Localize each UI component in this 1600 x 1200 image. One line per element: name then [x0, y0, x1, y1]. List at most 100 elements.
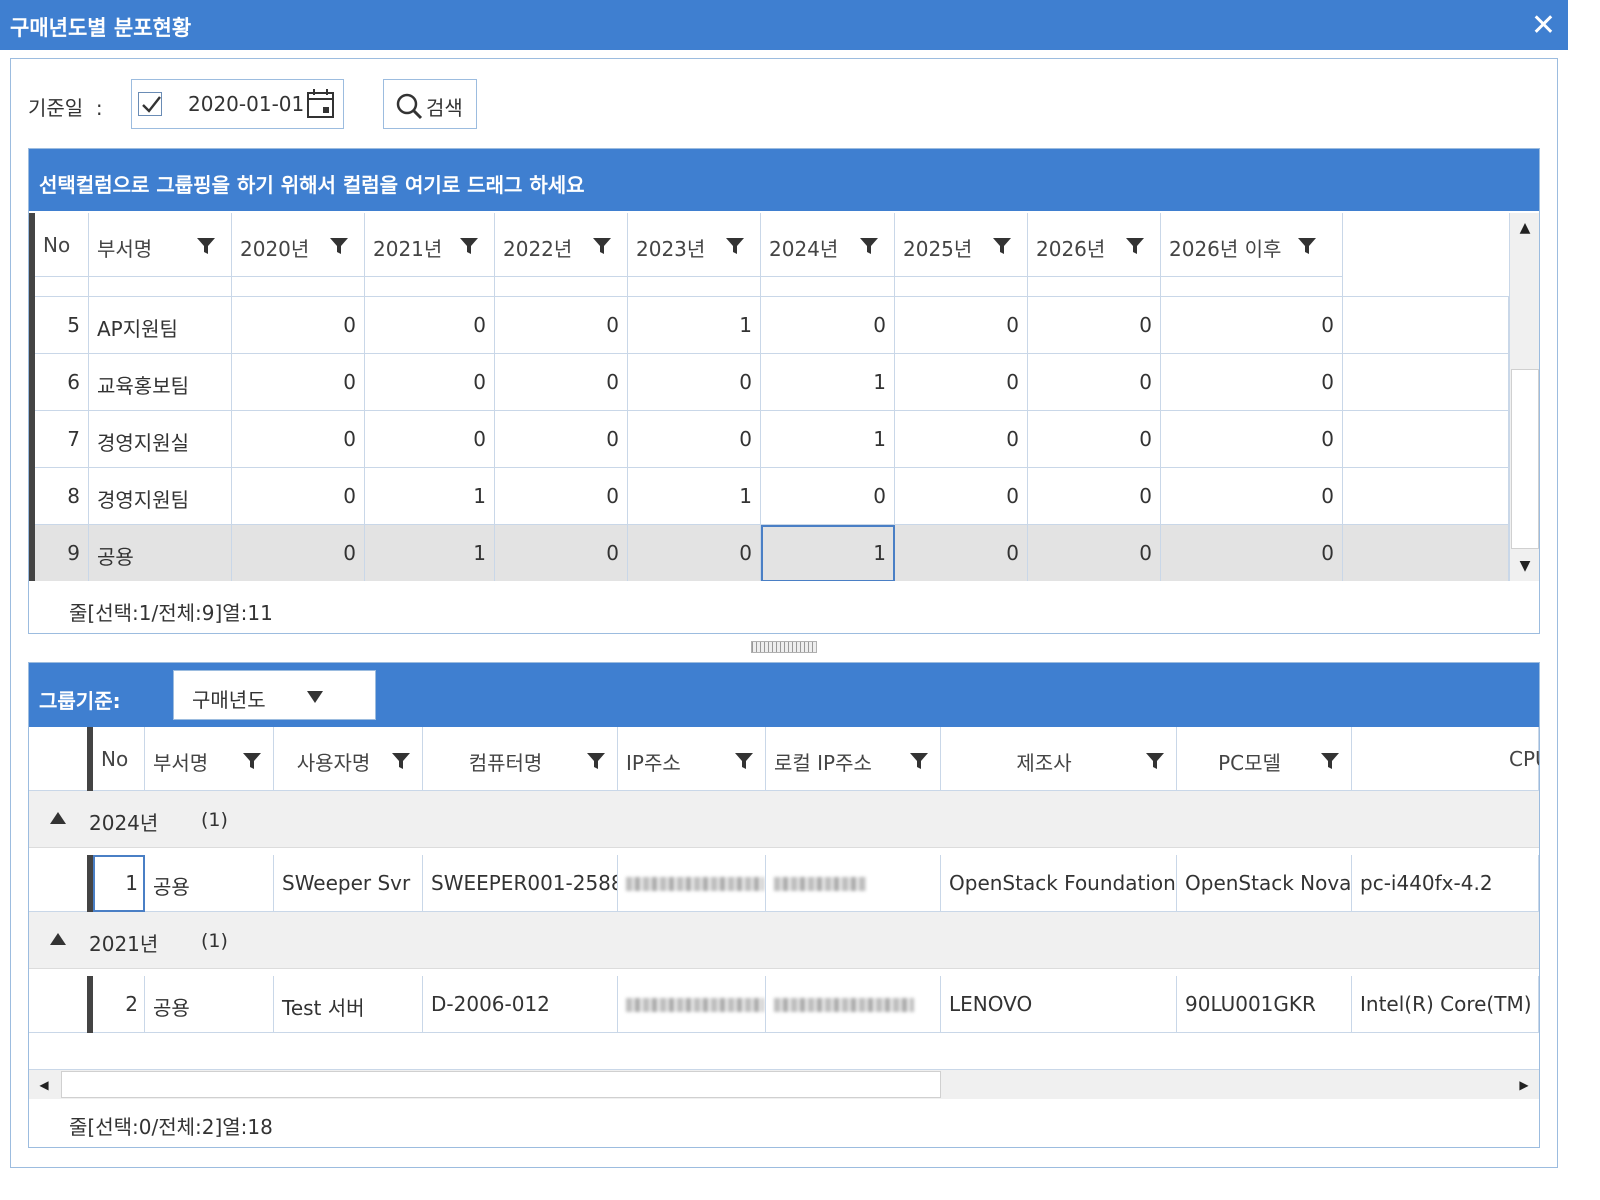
- filter-icon[interactable]: [242, 751, 262, 771]
- table-cell[interactable]: 2: [93, 976, 145, 1033]
- filter-icon[interactable]: [992, 236, 1012, 256]
- table-cell[interactable]: 6: [35, 354, 89, 411]
- table-cell[interactable]: OpenStack Nova: [1177, 855, 1352, 912]
- table-cell[interactable]: 1: [365, 468, 495, 525]
- table-cell[interactable]: [1343, 468, 1509, 525]
- table-cell[interactable]: 0: [232, 411, 365, 468]
- filter-icon[interactable]: [725, 236, 745, 256]
- column-header[interactable]: 2026년: [1028, 213, 1161, 277]
- column-header[interactable]: PC모델: [1177, 727, 1352, 791]
- column-header[interactable]: 컴퓨터명: [423, 727, 618, 791]
- column-header[interactable]: 사용자명: [274, 727, 423, 791]
- table-row[interactable]: 6 교육홍보팀 0 0 0 0 1 0 0 0: [35, 354, 1509, 411]
- table-cell[interactable]: 1: [761, 354, 895, 411]
- filter-icon[interactable]: [859, 236, 879, 256]
- column-header[interactable]: 2021년: [365, 213, 495, 277]
- table-cell[interactable]: 1: [93, 855, 145, 912]
- table-cell[interactable]: 0: [365, 297, 495, 354]
- table-cell[interactable]: Intel(R) Core(TM) i: [1352, 976, 1539, 1033]
- table-cell[interactable]: 경영지원팀: [89, 468, 232, 525]
- table-cell[interactable]: SWeeper Svr: [274, 855, 423, 912]
- column-header[interactable]: 2022년: [495, 213, 628, 277]
- table-cell[interactable]: 공용: [145, 976, 274, 1033]
- table-cell[interactable]: 0: [1028, 525, 1161, 581]
- table-row[interactable]: 1 공용 SWeeper Svr SWEEPER001-2588 OpenStack F…: [29, 855, 1539, 912]
- table-cell[interactable]: 8: [35, 468, 89, 525]
- column-header[interactable]: No: [93, 727, 145, 791]
- filter-icon[interactable]: [586, 751, 606, 771]
- filter-icon[interactable]: [1125, 236, 1145, 256]
- table-row[interactable]: 2 공용 Test 서버 D-2006-012 LENOVO 90LU001GKR Inte…: [29, 976, 1539, 1033]
- table-cell[interactable]: 0: [1028, 468, 1161, 525]
- table-cell[interactable]: 0: [495, 354, 628, 411]
- table-row[interactable]: 9 공용 0 1 0 0 1 0 0 0: [35, 525, 1509, 581]
- table-cell[interactable]: Test 서버: [274, 976, 423, 1033]
- collapse-icon[interactable]: [49, 811, 67, 825]
- table-cell[interactable]: OpenStack Foundation: [941, 855, 1177, 912]
- column-header[interactable]: 제조사: [941, 727, 1177, 791]
- table-cell[interactable]: 0: [1028, 354, 1161, 411]
- scroll-thumb-horizontal[interactable]: [61, 1071, 941, 1098]
- table-cell[interactable]: SWEEPER001-2588: [423, 855, 618, 912]
- table-cell[interactable]: 5: [35, 297, 89, 354]
- filter-icon[interactable]: [1320, 751, 1340, 771]
- table-cell[interactable]: AP지원팀: [89, 297, 232, 354]
- calendar-icon[interactable]: [306, 88, 336, 120]
- table-cell[interactable]: 0: [232, 354, 365, 411]
- table-cell[interactable]: 0: [232, 297, 365, 354]
- close-icon[interactable]: ✕: [1531, 8, 1556, 43]
- column-header[interactable]: IP주소: [618, 727, 766, 791]
- search-button[interactable]: 검색: [383, 79, 477, 129]
- table-cell[interactable]: 0: [761, 468, 895, 525]
- table-cell[interactable]: 0: [1028, 297, 1161, 354]
- table-cell[interactable]: 0: [1028, 411, 1161, 468]
- table-cell[interactable]: 0: [1161, 354, 1343, 411]
- table-cell[interactable]: 0: [495, 411, 628, 468]
- column-header[interactable]: 부서명: [145, 727, 274, 791]
- splitter-handle[interactable]: [751, 641, 817, 653]
- date-value[interactable]: 2020-01-01: [188, 92, 304, 116]
- table-cell[interactable]: 0: [895, 525, 1028, 581]
- column-header[interactable]: No: [35, 213, 89, 277]
- table-cell[interactable]: 0: [1161, 297, 1343, 354]
- table-cell[interactable]: 0: [895, 297, 1028, 354]
- table-row[interactable]: 5 AP지원팀 0 0 0 1 0 0 0 0: [35, 297, 1509, 354]
- table-cell[interactable]: 0: [495, 468, 628, 525]
- table-cell[interactable]: 공용: [145, 855, 274, 912]
- filter-icon[interactable]: [459, 236, 479, 256]
- table-cell[interactable]: [1343, 354, 1509, 411]
- table-cell[interactable]: 0: [895, 468, 1028, 525]
- table-cell[interactable]: 0: [365, 411, 495, 468]
- table-cell[interactable]: 90LU001GKR: [1177, 976, 1352, 1033]
- column-header[interactable]: 부서명: [89, 213, 232, 277]
- group-drop-area[interactable]: 선택컬럼으로 그룹핑을 하기 위해서 컬럼을 여기로 드래그 하세요: [29, 149, 1539, 211]
- table-cell[interactable]: 0: [628, 525, 761, 581]
- filter-icon[interactable]: [196, 236, 216, 256]
- scroll-right-icon[interactable]: ▶: [1509, 1070, 1539, 1100]
- table-cell[interactable]: 0: [495, 297, 628, 354]
- table-cell[interactable]: [618, 976, 766, 1033]
- table-cell[interactable]: 0: [232, 525, 365, 581]
- filter-icon[interactable]: [909, 751, 929, 771]
- column-header[interactable]: CPU: [1352, 727, 1539, 791]
- collapse-icon[interactable]: [49, 932, 67, 946]
- table-cell[interactable]: 0: [365, 354, 495, 411]
- table-cell[interactable]: 1: [761, 411, 895, 468]
- filter-icon[interactable]: [1145, 751, 1165, 771]
- scroll-down-icon[interactable]: ▼: [1510, 551, 1540, 581]
- table-cell[interactable]: 0: [761, 297, 895, 354]
- table-row[interactable]: 8 경영지원팀 0 1 0 1 0 0 0 0: [35, 468, 1509, 525]
- scroll-up-icon[interactable]: ▲: [1510, 213, 1540, 243]
- filter-icon[interactable]: [1297, 236, 1317, 256]
- table-cell[interactable]: 0: [1161, 468, 1343, 525]
- column-header[interactable]: 2024년: [761, 213, 895, 277]
- table-cell[interactable]: 1: [628, 297, 761, 354]
- table-cell[interactable]: 7: [35, 411, 89, 468]
- column-header[interactable]: 2023년: [628, 213, 761, 277]
- table-cell[interactable]: 1: [365, 525, 495, 581]
- table-cell[interactable]: 0: [1161, 525, 1343, 581]
- filter-icon[interactable]: [592, 236, 612, 256]
- filter-icon[interactable]: [734, 751, 754, 771]
- table-cell[interactable]: 0: [1161, 411, 1343, 468]
- table-cell[interactable]: 0: [628, 411, 761, 468]
